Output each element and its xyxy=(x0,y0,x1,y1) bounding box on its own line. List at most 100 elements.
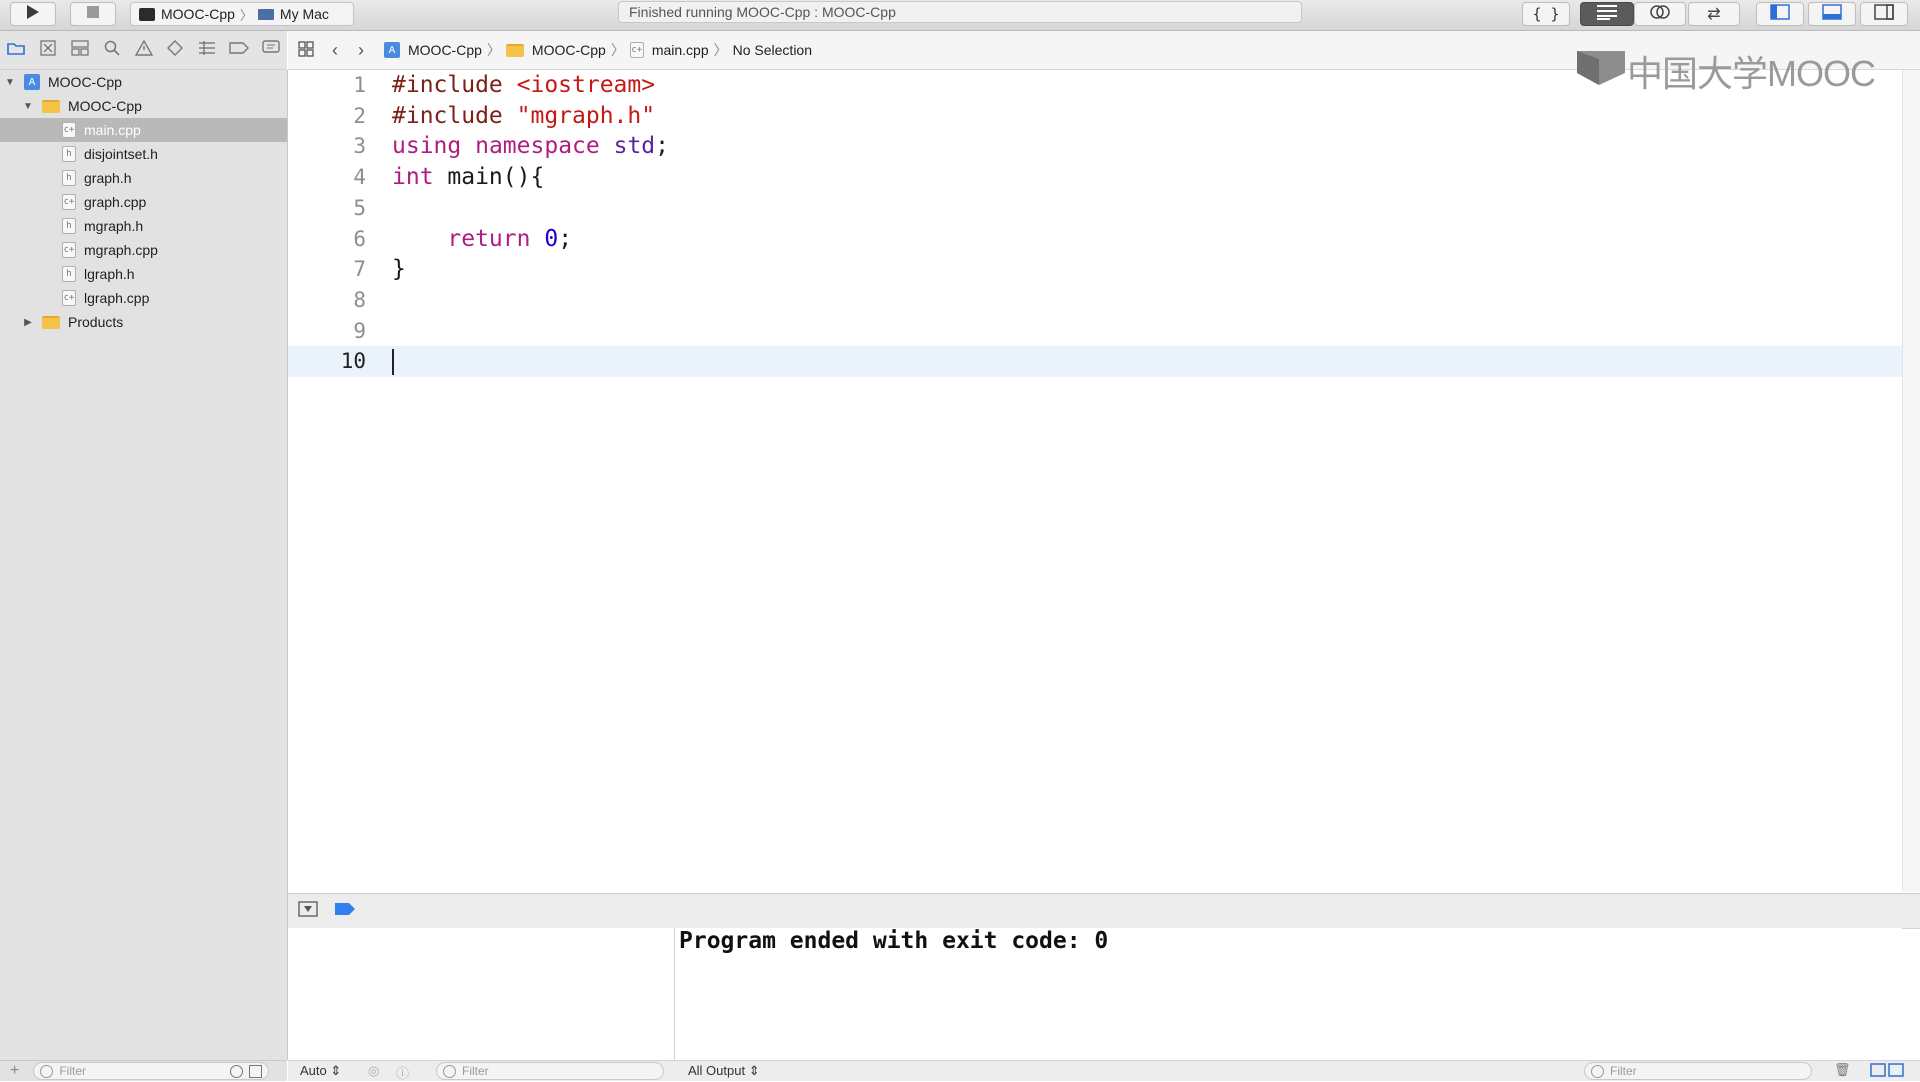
code-line[interactable]: 6 return 0; xyxy=(288,224,1902,255)
folder-icon xyxy=(7,41,25,60)
scheme-selector[interactable]: MOOC-Cpp 〉 My Mac xyxy=(130,2,354,26)
code-text xyxy=(392,346,394,377)
variables-view[interactable] xyxy=(288,928,675,1060)
add-icon[interactable]: + xyxy=(10,1062,19,1080)
variables-filter-input[interactable]: Filter xyxy=(436,1062,664,1080)
tab-test-navigator[interactable] xyxy=(159,34,191,66)
tree-file-row[interactable]: c+ lgraph.cpp xyxy=(0,286,287,310)
toggle-utilities-button[interactable] xyxy=(1860,2,1908,26)
code-line[interactable]: 5 xyxy=(288,193,1902,224)
code-line[interactable]: 3 using namespace std; xyxy=(288,131,1902,162)
tab-issue-navigator[interactable] xyxy=(128,34,160,66)
info-icon[interactable]: ⓘ xyxy=(396,1063,409,1082)
trash-icon[interactable]: 🗑 xyxy=(1834,1062,1851,1078)
debug-footer: Auto ⇕ ◎ ⓘ Filter All Output ⇕ Filter 🗑 xyxy=(288,1060,1920,1081)
source-control-icon xyxy=(40,39,56,61)
filter-icon xyxy=(40,1064,54,1078)
breadcrumb-group[interactable]: MOOC-Cpp xyxy=(505,42,606,58)
source-editor[interactable]: 1 #include <iostream> 2 #include "mgraph.h"… xyxy=(288,70,1902,892)
cpp-file-icon: c+ xyxy=(62,122,76,138)
code-line[interactable]: 10 xyxy=(288,346,1902,378)
tree-file-row[interactable]: h disjointset.h xyxy=(0,142,287,166)
play-icon xyxy=(26,4,40,25)
split-view-icon[interactable] xyxy=(1870,1063,1904,1080)
eye-icon[interactable]: ◎ xyxy=(368,1063,379,1079)
terminal-icon xyxy=(139,7,155,21)
disclosure-open-icon[interactable]: ▼ xyxy=(22,101,34,112)
navigator-filter-input[interactable]: Filter xyxy=(33,1062,270,1080)
forward-icon[interactable]: › xyxy=(358,40,364,61)
back-icon[interactable]: ‹ xyxy=(332,40,338,61)
hide-debug-area-icon[interactable] xyxy=(298,900,318,922)
code-line[interactable]: 7} xyxy=(288,254,1902,285)
header-file-icon: h xyxy=(62,266,76,282)
breadcrumb-project[interactable]: A MOOC-Cpp xyxy=(384,42,482,58)
code-token: #include xyxy=(392,72,517,98)
code-text: using namespace std; xyxy=(392,131,669,162)
code-line[interactable]: 9 xyxy=(288,316,1902,347)
tree-file-row[interactable]: h lgraph.h xyxy=(0,262,287,286)
breakpoints-toggle-icon[interactable] xyxy=(334,902,356,921)
scm-filter-icon[interactable] xyxy=(249,1064,263,1078)
related-items-icon[interactable] xyxy=(298,40,314,60)
tree-file-row[interactable]: c+ mgraph.cpp xyxy=(0,238,287,262)
tree-file-row[interactable]: c+ main.cpp xyxy=(0,118,287,142)
tab-find-navigator[interactable] xyxy=(96,34,128,66)
tab-symbol-navigator[interactable] xyxy=(64,34,96,66)
tree-group-row[interactable]: ▼ MOOC-Cpp xyxy=(0,94,287,118)
tab-source-control[interactable] xyxy=(32,34,64,66)
disclosure-open-icon[interactable]: ▼ xyxy=(4,77,16,88)
filter-icon xyxy=(443,1064,456,1078)
code-token: std xyxy=(613,133,656,160)
code-line[interactable]: 2 #include "mgraph.h" xyxy=(288,101,1902,132)
line-number: 7 xyxy=(353,257,366,282)
console-view[interactable]: Program ended with exit code: 0 xyxy=(675,928,1902,1060)
code-line[interactable]: 8 xyxy=(288,285,1902,316)
status-text: Finished running MOOC-Cpp : MOOC-Cpp xyxy=(629,4,896,20)
stop-button[interactable] xyxy=(70,2,116,26)
code-token: ; xyxy=(558,225,573,252)
tree-products-row[interactable]: ▶ Products xyxy=(0,310,287,334)
auto-label: Auto xyxy=(300,1063,327,1078)
breadcrumb-file[interactable]: c+ main.cpp xyxy=(629,42,709,58)
run-button[interactable] xyxy=(10,2,56,26)
braces-button[interactable]: { } xyxy=(1522,2,1570,26)
symbol-icon xyxy=(71,39,89,61)
file-name: lgraph.h xyxy=(84,266,135,282)
toggle-navigator-button[interactable] xyxy=(1756,2,1804,26)
tab-breakpoint-navigator[interactable] xyxy=(223,34,255,66)
output-selector[interactable]: All Output ⇕ xyxy=(688,1063,760,1079)
console-filter-input[interactable]: Filter xyxy=(1584,1062,1812,1080)
filter-placeholder: Filter xyxy=(462,1064,489,1078)
disclosure-closed-icon[interactable]: ▶ xyxy=(22,317,34,328)
tree-file-row[interactable]: h mgraph.h xyxy=(0,214,287,238)
breadcrumb-selection[interactable]: No Selection xyxy=(733,42,812,58)
tab-debug-navigator[interactable] xyxy=(191,34,223,66)
output-selector-label: All Output xyxy=(688,1063,746,1078)
group-name: MOOC-Cpp xyxy=(68,98,142,114)
navigator-tab-bar xyxy=(0,31,287,70)
version-editor-button[interactable]: ⇄ xyxy=(1688,2,1740,26)
header-file-icon: h xyxy=(62,146,76,162)
tree-file-row[interactable]: h graph.h xyxy=(0,166,287,190)
editor-scroll-track[interactable] xyxy=(1902,70,1920,892)
assistant-editor-button[interactable] xyxy=(1634,2,1686,26)
code-text: return 0; xyxy=(392,224,572,255)
code-token: namespace xyxy=(475,133,600,160)
watermark: 中国大学MOOC xyxy=(1575,45,1876,97)
header-file-icon: h xyxy=(62,218,76,234)
file-name: disjointset.h xyxy=(84,146,158,162)
code-text: int main(){ xyxy=(392,162,544,193)
auto-selector[interactable]: Auto ⇕ xyxy=(300,1063,341,1079)
standard-editor-button[interactable] xyxy=(1580,2,1634,26)
tab-report-navigator[interactable] xyxy=(255,34,287,66)
toggle-debug-area-button[interactable] xyxy=(1808,2,1856,26)
scheme-name[interactable]: MOOC-Cpp xyxy=(161,6,235,22)
tree-project-row[interactable]: ▼ A MOOC-Cpp xyxy=(0,70,287,94)
recent-icon[interactable] xyxy=(230,1064,244,1078)
destination-name[interactable]: My Mac xyxy=(280,6,329,22)
tree-file-row[interactable]: c+ graph.cpp xyxy=(0,190,287,214)
tab-project-navigator[interactable] xyxy=(0,34,32,66)
code-line[interactable]: 4 int main(){ xyxy=(288,162,1902,193)
